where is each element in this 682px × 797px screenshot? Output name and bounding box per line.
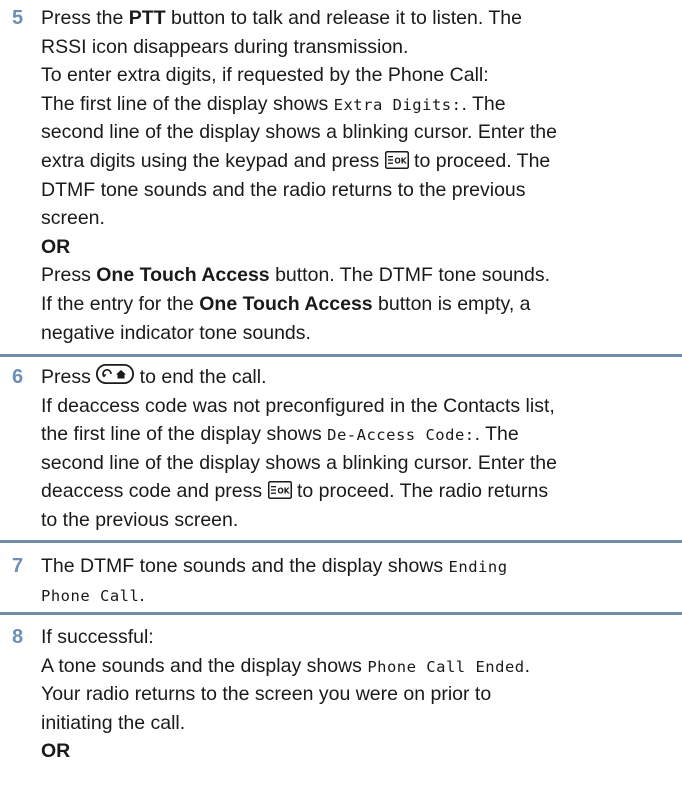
text: button to talk and release it to listen.…	[165, 7, 522, 29]
text-line: to the previous screen.	[41, 508, 239, 531]
step-number: 8	[12, 626, 24, 648]
step-number: 5	[12, 7, 24, 29]
text: If the entry for the	[41, 292, 200, 315]
text-line: The DTMF tone sounds and the display sho…	[41, 552, 677, 581]
svg-text:OK: OK	[277, 487, 290, 496]
text: to proceed. The radio returns	[291, 480, 549, 503]
bold-term: PTT	[128, 7, 166, 29]
display-text: Extra Digits:	[333, 95, 462, 114]
text-line: If successful:	[41, 626, 154, 648]
text-line: negative indicator tone sounds.	[41, 321, 311, 344]
text-line: If deaccess code was not preconfigured i…	[41, 394, 555, 417]
text-line: The first line of the display shows Extr…	[41, 90, 677, 119]
text: extra digits using the keypad and press	[41, 149, 385, 172]
text-line: Press the PTT button to talk and release…	[41, 4, 677, 33]
text: The first line of the display shows	[41, 92, 334, 115]
separator	[0, 612, 682, 615]
text-line: the first line of the display shows De-A…	[41, 420, 677, 449]
text: Press	[41, 264, 97, 287]
text-line: DTMF tone sounds and the radio returns t…	[41, 178, 526, 201]
text-line: deaccess code and press OK to proceed. T…	[41, 477, 677, 506]
text-line: Press to end the call.	[41, 363, 677, 392]
text: to proceed. The	[408, 149, 551, 172]
menu-ok-key-icon: OK	[267, 481, 292, 500]
step-body: If successful: A tone sounds and the dis…	[41, 623, 677, 766]
step-body: The DTMF tone sounds and the display sho…	[41, 552, 677, 609]
text-line: RSSI icon disappears during transmission…	[41, 35, 409, 58]
text: Press the	[41, 7, 129, 29]
step-body: Press the PTT button to talk and release…	[41, 4, 677, 347]
text-line: second line of the display shows a blink…	[41, 451, 557, 474]
separator	[0, 540, 682, 543]
or-label: OR	[41, 235, 71, 258]
back-home-key-icon	[96, 364, 135, 384]
text-line: Your radio returns to the screen you wer…	[41, 683, 492, 706]
text: button. The DTMF tone sounds.	[269, 264, 551, 287]
or-label: OR	[41, 740, 71, 763]
display-text: Phone Call	[41, 586, 140, 605]
text-line: initiating the call.	[41, 711, 186, 734]
text-line: If the entry for the One Touch Access bu…	[41, 290, 677, 319]
text-line: screen.	[41, 207, 105, 230]
text: . The	[461, 92, 506, 115]
text-line: To enter extra digits, if requested by t…	[41, 64, 489, 87]
text: A tone sounds and the display shows	[41, 654, 368, 677]
bold-term: One Touch Access	[199, 292, 373, 315]
text: the first line of the display shows	[41, 423, 328, 446]
bold-term: One Touch Access	[96, 264, 270, 287]
text-line: extra digits using the keypad and press …	[41, 147, 677, 176]
display-text: Phone Call Ended	[367, 657, 525, 676]
text: The DTMF tone sounds and the display sho…	[41, 555, 449, 577]
text: . The	[474, 423, 519, 446]
text-line: Press One Touch Access button. The DTMF …	[41, 261, 677, 290]
menu-ok-key-icon: OK	[384, 150, 409, 169]
text-line: Phone Call.	[41, 581, 677, 610]
svg-text:OK: OK	[394, 156, 407, 165]
text: Press	[41, 366, 97, 388]
step-body: Press to end the call. If deaccess code …	[41, 363, 677, 535]
text-line: A tone sounds and the display shows Phon…	[41, 652, 677, 681]
display-text: De-Access Code:	[327, 426, 475, 445]
step-number: 7	[12, 555, 24, 577]
display-text: Ending	[448, 558, 508, 576]
separator	[0, 354, 682, 357]
text: button is empty, a	[372, 292, 531, 315]
text: to end the call.	[134, 366, 267, 388]
step-number: 6	[12, 366, 24, 388]
text: deaccess code and press	[41, 480, 268, 503]
text: .	[524, 654, 531, 677]
text: .	[139, 583, 145, 606]
text-line: second line of the display shows a blink…	[41, 121, 557, 144]
